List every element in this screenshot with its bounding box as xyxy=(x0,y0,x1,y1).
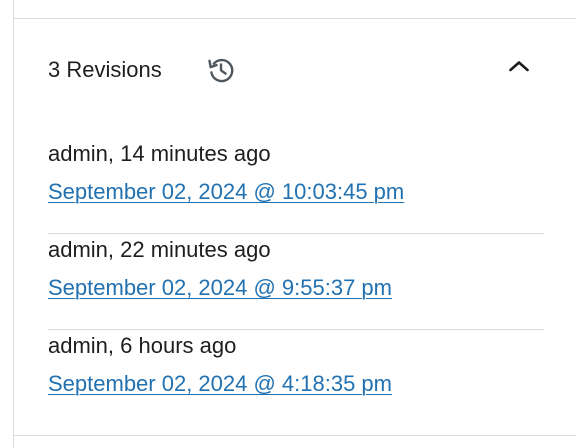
panel-bottom-divider xyxy=(14,435,576,436)
chevron-up-icon[interactable] xyxy=(504,53,534,83)
revision-author-time: admin, 14 minutes ago xyxy=(48,141,271,166)
revision-link[interactable]: September 02, 2024 @ 10:03:45 pm xyxy=(48,178,404,206)
revision-item: admin, 6 hours ago September 02, 2024 @ … xyxy=(48,330,544,425)
revision-item: admin, 14 minutes ago September 02, 2024… xyxy=(48,138,544,234)
revision-author-time: admin, 22 minutes ago xyxy=(48,237,271,262)
history-icon xyxy=(204,53,238,87)
revisions-panel-title: 3 Revisions xyxy=(48,57,162,82)
revision-item: admin, 22 minutes ago September 02, 2024… xyxy=(48,234,544,330)
revision-author-time: admin, 6 hours ago xyxy=(48,333,237,358)
revision-list: admin, 14 minutes ago September 02, 2024… xyxy=(48,138,544,425)
revisions-panel-header[interactable]: 3 Revisions xyxy=(14,19,576,119)
revision-link[interactable]: September 02, 2024 @ 4:18:35 pm xyxy=(48,370,392,398)
revision-link[interactable]: September 02, 2024 @ 9:55:37 pm xyxy=(48,274,392,302)
